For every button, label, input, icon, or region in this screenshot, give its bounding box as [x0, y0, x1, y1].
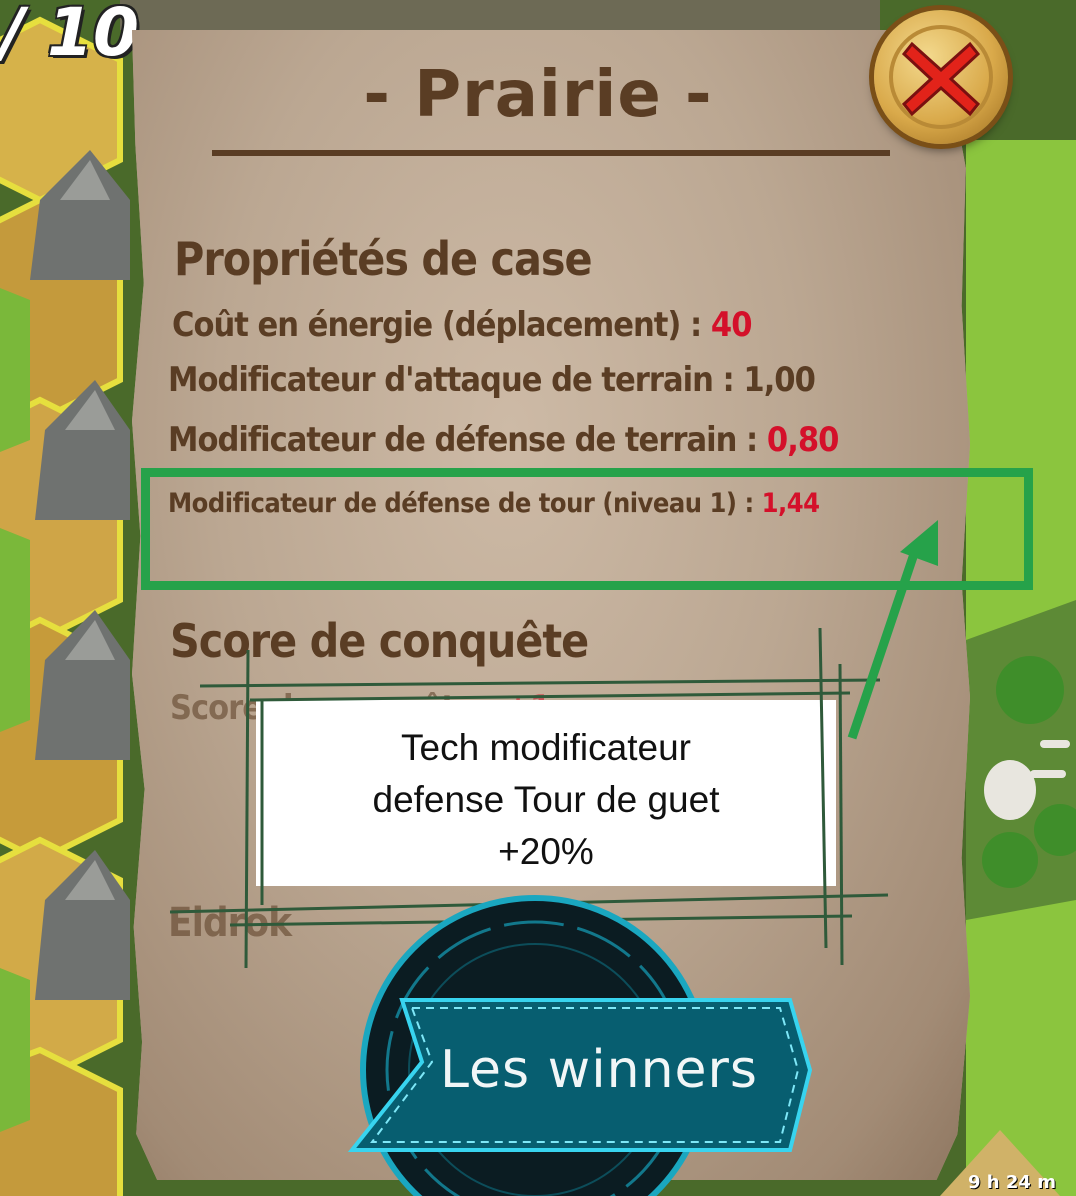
watermark-label: Les winners: [440, 1040, 759, 1100]
timer-label: 9 h 24 m: [968, 1172, 1056, 1193]
les-winners-logo: [347, 895, 813, 1196]
